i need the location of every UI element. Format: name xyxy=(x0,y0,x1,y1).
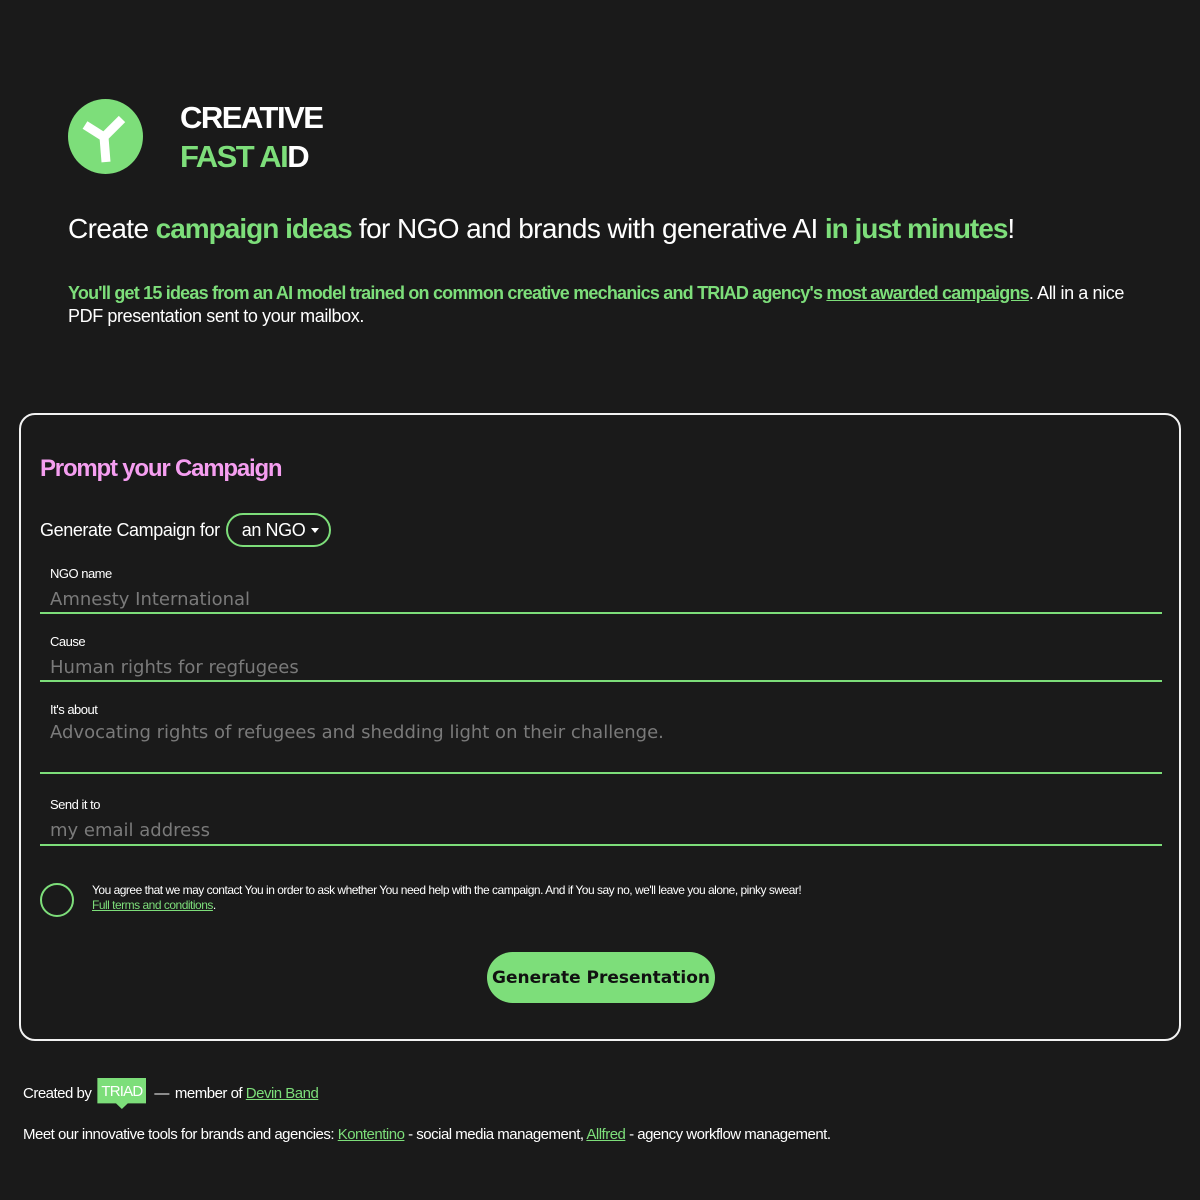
triad-y-icon xyxy=(82,115,126,163)
created-by-label: Created by xyxy=(23,1085,92,1102)
triad-badge: TRIAD xyxy=(97,1078,147,1109)
consent-checkbox[interactable] xyxy=(40,883,74,917)
organization-type-select[interactable]: an NGO xyxy=(225,513,332,547)
footer-dash: — xyxy=(154,1085,169,1102)
about-label: It's about xyxy=(50,702,98,717)
footer-credits: Created by TRIAD — member of Devin Band xyxy=(23,1078,319,1109)
brand-logo xyxy=(68,99,143,174)
cause-label: Cause xyxy=(50,634,86,649)
terms-link[interactable]: Full terms and conditions xyxy=(92,898,213,912)
generate-presentation-button[interactable]: Generate Presentation xyxy=(487,952,715,1003)
email-input[interactable] xyxy=(50,817,1150,843)
most-awarded-campaigns-link[interactable]: most awarded campaigns xyxy=(826,283,1029,303)
caret-down-icon xyxy=(311,527,320,533)
ngo-name-input[interactable] xyxy=(50,586,1150,612)
allfred-link[interactable]: Allfred xyxy=(586,1126,626,1143)
about-field: It's about xyxy=(40,702,1162,774)
generate-for-label: Generate Campaign for xyxy=(40,519,220,540)
consent-text: You agree that we may contact You in ord… xyxy=(92,883,802,912)
generate-for-row: Generate Campaign for an NGO xyxy=(40,513,332,547)
about-textarea[interactable] xyxy=(50,722,1150,752)
organization-type-value: an NGO xyxy=(241,519,306,540)
footer-tools: Meet our innovative tools for brands and… xyxy=(23,1126,831,1143)
intro-text: You'll get 15 ideas from an AI model tra… xyxy=(68,283,1124,326)
ngo-name-field: NGO name xyxy=(40,566,1162,614)
kontentino-link[interactable]: Kontentino xyxy=(338,1126,405,1143)
form-title: Prompt your Campaign xyxy=(40,455,283,482)
email-field: Send it to xyxy=(40,797,1162,846)
brand-line2: FAST AID xyxy=(180,139,310,174)
cause-input[interactable] xyxy=(50,654,1150,680)
email-label: Send it to xyxy=(50,797,100,812)
brand-line1: CREATIVE xyxy=(180,100,324,135)
devin-band-link[interactable]: Devin Band xyxy=(246,1085,319,1102)
page-headline: Create campaign ideas for NGO and brands… xyxy=(68,213,1015,244)
brand-wordmark: CREATIVE FAST AID xyxy=(180,98,324,176)
campaign-form-card: Prompt your Campaign Generate Campaign f… xyxy=(19,413,1181,1041)
ngo-name-label: NGO name xyxy=(50,566,112,581)
member-of-label: member of xyxy=(174,1085,243,1102)
cause-field: Cause xyxy=(40,634,1162,682)
